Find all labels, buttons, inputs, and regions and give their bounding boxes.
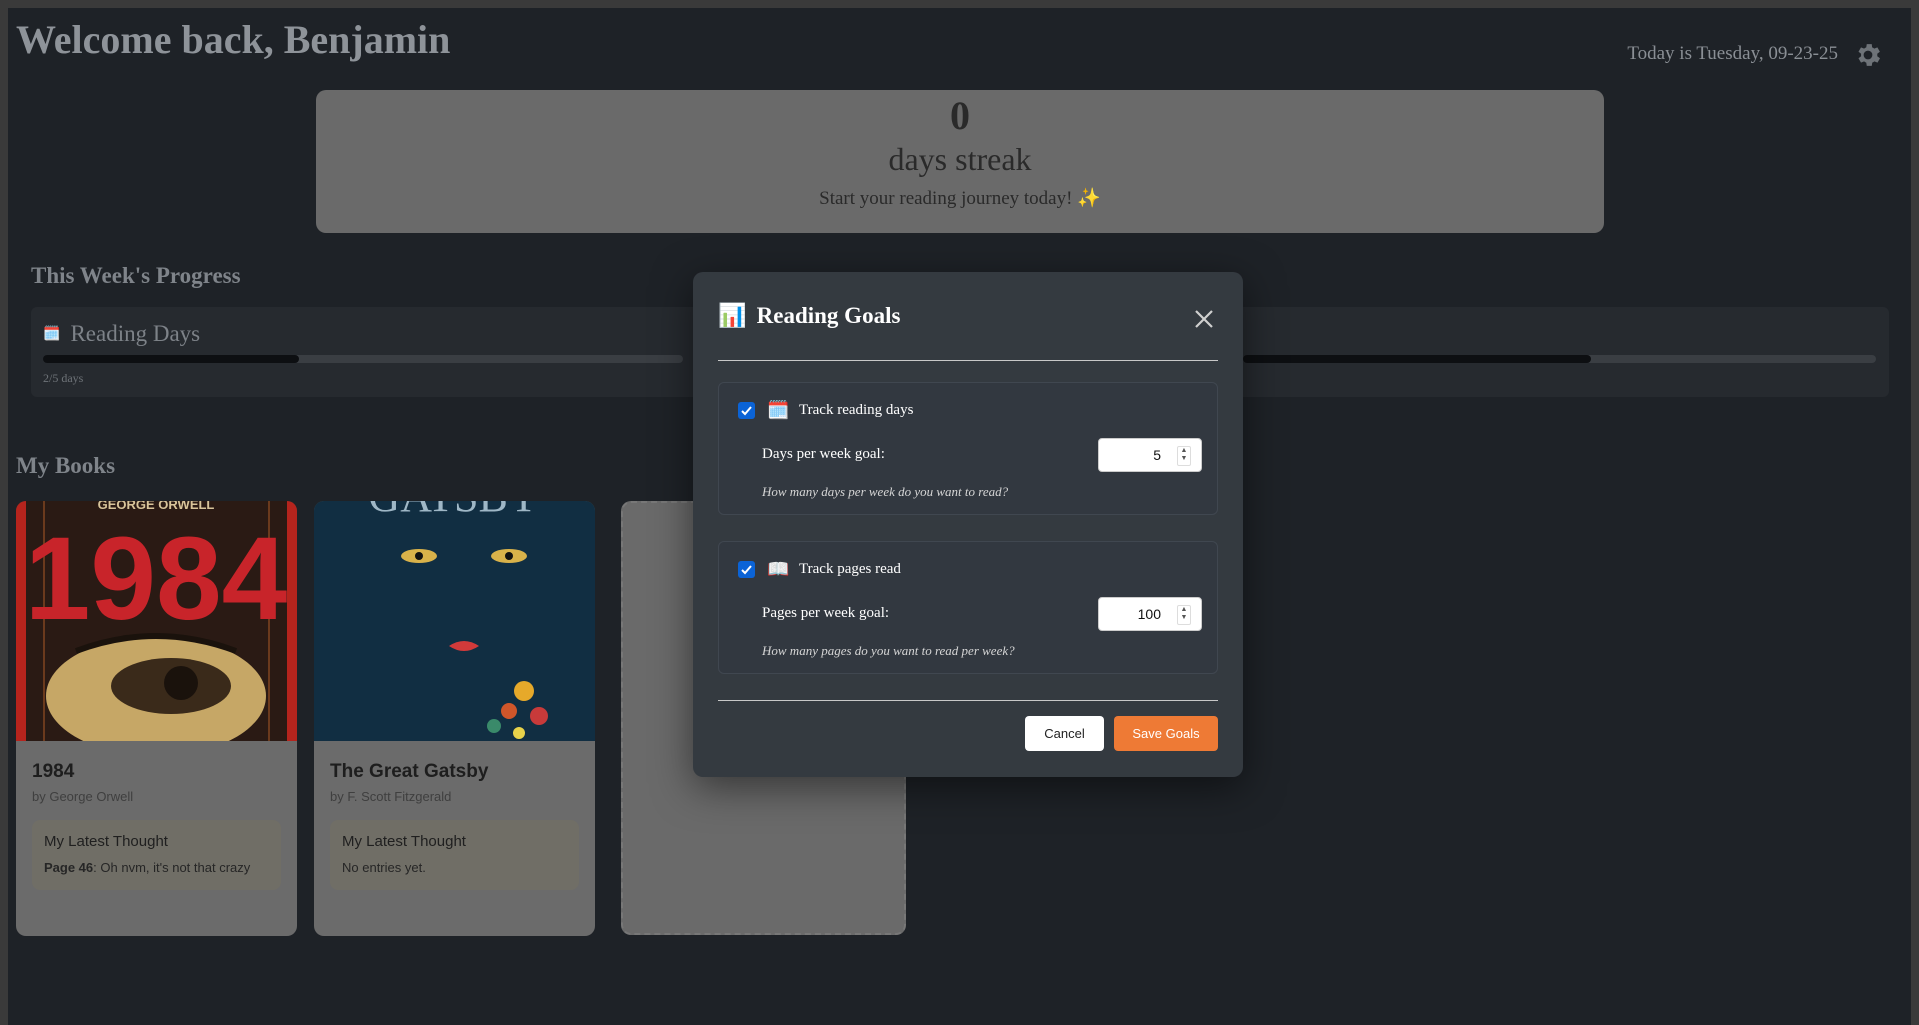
checkmark-icon: [741, 406, 752, 416]
book-cover-art: 1984 GEORGE ORWELL: [16, 501, 297, 741]
spinner-icon[interactable]: ▲ ▼: [1177, 605, 1191, 625]
gear-icon[interactable]: [1853, 40, 1883, 70]
input-value: 100: [1137, 606, 1161, 622]
book-title: 1984: [32, 761, 75, 782]
date-text: Today is Tuesday, 09-23-25: [1627, 43, 1838, 64]
thought-text: No entries yet.: [342, 860, 426, 875]
book-icon: 📖: [767, 559, 790, 579]
goal-help-text: How many pages do you want to read per w…: [762, 643, 1015, 658]
pages-fill: [1243, 355, 1592, 363]
days-per-week-label: Days per week goal:: [762, 446, 885, 462]
reading-goals-modal: 📊 Reading Goals 🗓️ Track reading days Da…: [693, 272, 1243, 777]
thought-page: Page 46: [44, 860, 94, 875]
days-per-week-input[interactable]: 5 ▲ ▼: [1098, 438, 1202, 472]
goal-label: Track pages read: [799, 561, 901, 577]
goal-pages-read: 📖 Track pages read Pages per week goal: …: [718, 541, 1218, 674]
reading-days-label: Reading Days: [70, 321, 201, 346]
cover-author-text: GEORGE ORWELL: [98, 501, 215, 512]
cancel-button[interactable]: Cancel: [1025, 716, 1104, 751]
chart-icon: 📊: [718, 303, 747, 328]
app-frame: Welcome back, Benjamin Today is Tuesday,…: [8, 8, 1911, 1025]
streak-message: Start your reading journey today! ✨: [819, 188, 1101, 209]
goal-help-text: How many days per week do you want to re…: [762, 484, 1009, 499]
goal-toggle-row: 📖 Track pages read: [738, 559, 901, 580]
spinner-icon[interactable]: ▲ ▼: [1177, 446, 1191, 466]
streak-card: 0 days streak Start your reading journey…: [316, 90, 1604, 233]
pages-per-week-input[interactable]: 100 ▲ ▼: [1098, 597, 1202, 631]
goal-toggle-row: 🗓️ Track reading days: [738, 400, 913, 421]
welcome-heading: Welcome back, Benjamin: [16, 17, 451, 62]
reading-days-header: 🗓️ Reading Days: [43, 321, 200, 347]
calendar-icon: 🗓️: [767, 400, 790, 420]
latest-thought: My Latest Thought No entries yet.: [330, 820, 579, 890]
streak-count: 0: [950, 93, 970, 138]
track-reading-days-checkbox[interactable]: [738, 402, 755, 419]
cover-title-text: GATSBY: [368, 501, 539, 521]
goal-label: Track reading days: [799, 402, 914, 418]
book-author: by F. Scott Fitzgerald: [330, 789, 452, 804]
thought-heading: My Latest Thought: [44, 833, 168, 850]
save-goals-button[interactable]: Save Goals: [1114, 716, 1218, 751]
calendar-icon: 🗓️: [43, 326, 61, 342]
goal-reading-days: 🗓️ Track reading days Days per week goal…: [718, 382, 1218, 515]
header-divider: [718, 360, 1218, 361]
book-cover-gatsby: GATSBY: [314, 501, 595, 741]
close-icon[interactable]: [1193, 308, 1215, 330]
footer-divider: [718, 700, 1218, 701]
book-cover-1984: 1984 GEORGE ORWELL: [16, 501, 297, 741]
reading-days-fill: [43, 355, 299, 363]
cover-title-text: 1984: [25, 513, 288, 645]
modal-header: 📊 Reading Goals: [718, 302, 900, 329]
reading-days-note: 2/5 days: [43, 371, 84, 385]
book-title: The Great Gatsby: [330, 761, 489, 782]
book-card-1984[interactable]: 1984 GEORGE ORWELL 1984 by George Orwell…: [16, 501, 297, 936]
streak-label: days streak: [888, 141, 1032, 177]
pages-per-week-label: Pages per week goal:: [762, 605, 890, 621]
book-cover-art: GATSBY: [314, 501, 595, 741]
reading-days-track: [43, 355, 683, 363]
input-value: 5: [1153, 447, 1161, 463]
book-author: by George Orwell: [32, 789, 134, 804]
thought-body: Page 46: Oh nvm, it's not that crazy: [44, 858, 269, 877]
my-books-title: My Books: [16, 453, 116, 478]
weekly-progress-title: This Week's Progress: [31, 263, 241, 288]
thought-text: : Oh nvm, it's not that crazy: [93, 860, 251, 875]
latest-thought: My Latest Thought Page 46: Oh nvm, it's …: [32, 820, 281, 890]
track-pages-read-checkbox[interactable]: [738, 561, 755, 578]
thought-heading: My Latest Thought: [342, 833, 466, 850]
book-card-great-gatsby[interactable]: GATSBY The Great Gatsby by F. Scott Fitz…: [314, 501, 595, 936]
modal-title: Reading Goals: [756, 302, 901, 328]
pages-track: [1243, 355, 1876, 363]
checkmark-icon: [741, 565, 752, 575]
